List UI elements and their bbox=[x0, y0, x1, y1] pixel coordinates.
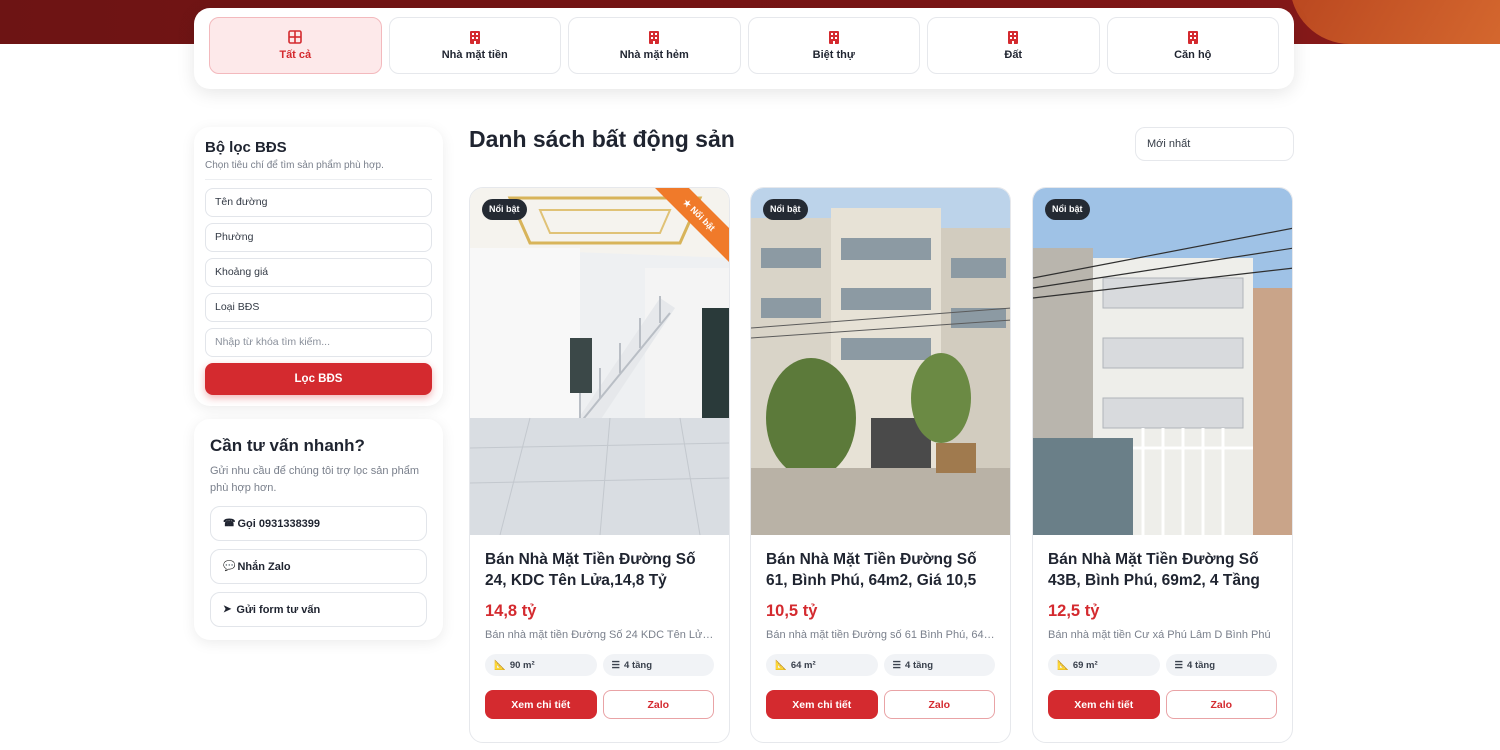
zalo-button[interactable]: Zalo bbox=[1165, 690, 1277, 719]
property-price: 12,5 tỷ bbox=[1048, 602, 1100, 620]
grid-icon bbox=[288, 30, 303, 44]
chat-bubble-icon: 💬 bbox=[223, 561, 236, 572]
keyword-search-input[interactable]: Nhập từ khóa tìm kiếm... bbox=[205, 328, 432, 357]
building-photo bbox=[751, 188, 1010, 535]
property-title[interactable]: Bán Nhà Mặt Tiền Đường Số 43B, Bình Phú,… bbox=[1048, 549, 1277, 591]
filter-subtitle: Chọn tiêu chí để tìm sản phẩm phù hợp. bbox=[205, 160, 432, 180]
property-card[interactable]: Nổi bật ★ Nổi bật Bán Nhà Mặt Tiền Đường… bbox=[469, 187, 730, 743]
featured-badge: Nổi bật bbox=[1045, 199, 1090, 220]
ward-select[interactable]: Phường bbox=[205, 223, 432, 252]
property-photo[interactable]: Nổi bật ★ Nổi bật bbox=[470, 188, 729, 535]
property-card[interactable]: Nổi bật Bán Nhà Mặt Tiền Đường Số 43B, B… bbox=[1032, 187, 1293, 743]
property-type-select[interactable]: Loại BĐS bbox=[205, 293, 432, 322]
send-form-button[interactable]: ➤ Gửi form tư vấn bbox=[210, 592, 427, 627]
category-label: Tất cả bbox=[279, 49, 312, 61]
layers-icon: ☰ bbox=[892, 659, 902, 671]
area-value: 90 m² bbox=[509, 659, 535, 671]
property-photo[interactable]: Nổi bật bbox=[751, 188, 1010, 535]
property-price: 10,5 tỷ bbox=[766, 602, 818, 620]
form-label: Gửi form tư vấn bbox=[236, 603, 321, 616]
building-icon bbox=[649, 31, 660, 44]
interior-photo bbox=[470, 188, 729, 535]
featured-badge: Nổi bật bbox=[482, 199, 527, 220]
building-photo bbox=[1033, 188, 1292, 535]
view-detail-button[interactable]: Xem chi tiết bbox=[766, 690, 878, 719]
area-value: 69 m² bbox=[1072, 659, 1098, 671]
category-tab-mat-hem[interactable]: Nhà mặt hẻm bbox=[568, 17, 741, 74]
property-card[interactable]: Nổi bật Bán Nhà Mặt Tiền Đường Số 61, Bì… bbox=[750, 187, 1011, 743]
category-label: Biệt thự bbox=[812, 49, 855, 61]
area-icon: 📐 bbox=[1057, 659, 1069, 671]
category-label: Nhà mặt tiền bbox=[441, 49, 508, 61]
area-value: 64 m² bbox=[790, 659, 816, 671]
consult-panel: Cần tư vấn nhanh? Gửi nhu cầu để chúng t… bbox=[194, 419, 443, 640]
building-icon bbox=[1008, 31, 1019, 44]
property-photo[interactable]: Nổi bật bbox=[1033, 188, 1292, 535]
consult-title: Cần tư vấn nhanh? bbox=[210, 436, 365, 455]
property-description: Bán nhà mặt tiền Đường Số 24 KDC Tên Lửa… bbox=[485, 629, 714, 641]
category-label: Đất bbox=[1004, 49, 1023, 61]
header-decoration bbox=[1290, 0, 1500, 44]
category-tab-can-ho[interactable]: Căn hộ bbox=[1106, 17, 1279, 74]
call-button[interactable]: ☎ Gọi 0931338399 bbox=[210, 506, 427, 541]
area-spec: 📐 69 m² bbox=[1048, 654, 1160, 676]
floors-spec: ☰ 4 tầng bbox=[1165, 654, 1277, 676]
layers-icon: ☰ bbox=[1174, 659, 1184, 671]
floors-value: 4 tầng bbox=[624, 659, 653, 671]
category-label: Căn hộ bbox=[1174, 49, 1212, 61]
send-icon: ➤ bbox=[223, 604, 232, 615]
zalo-button[interactable]: Zalo bbox=[602, 690, 714, 719]
property-description: Bán nhà mặt tiền Cư xá Phú Lâm D Bình Ph… bbox=[1048, 629, 1271, 641]
category-tab-biet-thu[interactable]: Biệt thự bbox=[747, 17, 920, 74]
property-title[interactable]: Bán Nhà Mặt Tiền Đường Số 24, KDC Tên Lử… bbox=[485, 549, 714, 591]
category-tab-all[interactable]: Tất cả bbox=[209, 17, 382, 74]
property-description: Bán nhà mặt tiền Đường số 61 Bình Phú, 6… bbox=[766, 629, 995, 641]
zalo-label: Nhắn Zalo bbox=[237, 560, 291, 573]
floors-value: 4 tầng bbox=[1187, 659, 1216, 671]
filter-submit-button[interactable]: Lọc BĐS bbox=[205, 363, 432, 395]
floors-spec: ☰ 4 tầng bbox=[883, 654, 995, 676]
featured-badge: Nổi bật bbox=[763, 199, 808, 220]
property-title[interactable]: Bán Nhà Mặt Tiền Đường Số 61, Bình Phú, … bbox=[766, 549, 995, 591]
price-range-select[interactable]: Khoảng giá bbox=[205, 258, 432, 287]
view-detail-button[interactable]: Xem chi tiết bbox=[485, 690, 597, 719]
category-tab-dat[interactable]: Đất bbox=[927, 17, 1100, 74]
floors-value: 4 tầng bbox=[905, 659, 934, 671]
phone-icon: ☎ bbox=[223, 518, 236, 529]
filter-title: Bộ lọc BĐS bbox=[205, 139, 287, 156]
area-icon: 📐 bbox=[775, 659, 787, 671]
street-select[interactable]: Tên đường bbox=[205, 188, 432, 217]
floors-spec: ☰ 4 tầng bbox=[602, 654, 714, 676]
category-tab-mat-tien[interactable]: Nhà mặt tiền bbox=[388, 17, 561, 74]
filter-panel: Bộ lọc BĐS Chọn tiêu chí để tìm sản phẩm… bbox=[194, 127, 443, 406]
property-price: 14,8 tỷ bbox=[485, 602, 537, 620]
category-label: Nhà mặt hẻm bbox=[619, 49, 689, 61]
consult-subtitle: Gửi nhu cầu để chúng tôi trợ lọc sản phẩ… bbox=[210, 465, 420, 494]
building-icon bbox=[828, 31, 839, 44]
zalo-button[interactable]: Zalo bbox=[883, 690, 995, 719]
area-spec: 📐 90 m² bbox=[485, 654, 597, 676]
category-bar: Tất cả Nhà mặt tiền Nhà mặt hẻm Biệt thự… bbox=[194, 8, 1294, 89]
zalo-message-button[interactable]: 💬 Nhắn Zalo bbox=[210, 549, 427, 584]
call-label: Gọi 0931338399 bbox=[237, 517, 321, 530]
listing-title: Danh sách bất động sản bbox=[469, 126, 735, 152]
layers-icon: ☰ bbox=[611, 659, 621, 671]
area-icon: 📐 bbox=[494, 659, 506, 671]
sort-select[interactable]: Mới nhất bbox=[1135, 127, 1294, 161]
view-detail-button[interactable]: Xem chi tiết bbox=[1048, 690, 1160, 719]
building-icon bbox=[1187, 31, 1198, 44]
building-icon bbox=[469, 31, 480, 44]
area-spec: 📐 64 m² bbox=[766, 654, 878, 676]
